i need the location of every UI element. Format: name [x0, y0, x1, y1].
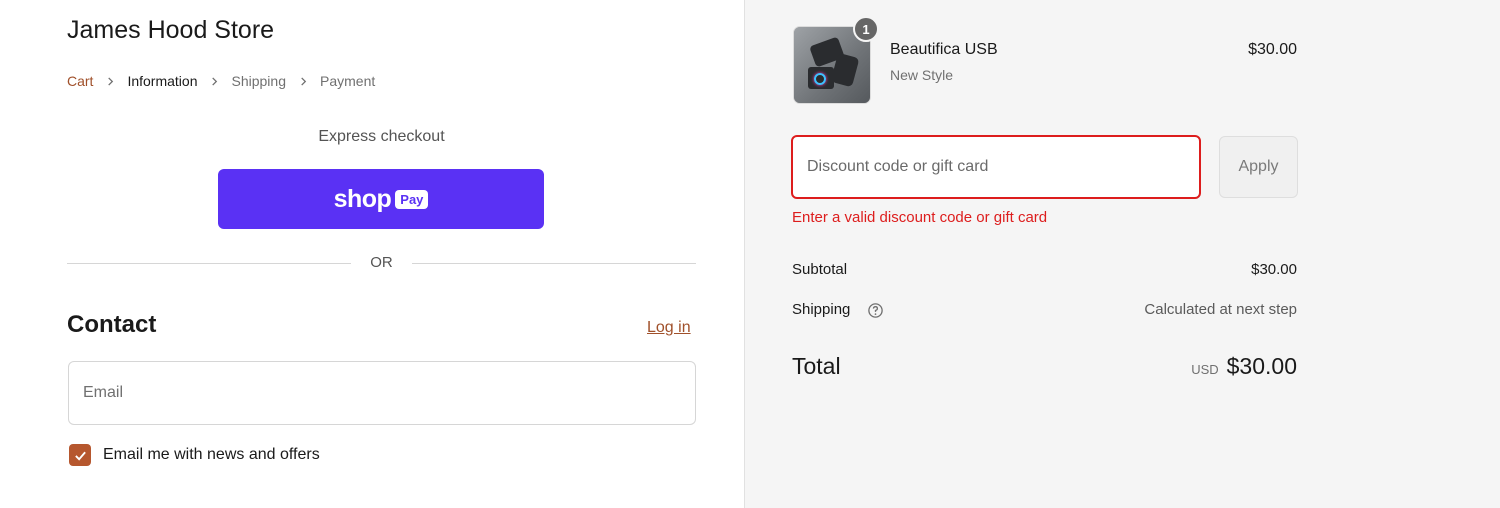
- total-amount: $30.00: [1226, 353, 1297, 379]
- shop-pay-button[interactable]: shop Pay: [218, 169, 544, 229]
- express-checkout-label: Express checkout: [318, 128, 445, 145]
- discount-code-input[interactable]: [791, 135, 1201, 199]
- divider-line-left: [67, 263, 351, 264]
- or-text: OR: [370, 254, 393, 271]
- chevron-right-icon: [210, 76, 220, 86]
- checkout-main-panel: James Hood Store Cart Information Shippi…: [0, 0, 744, 508]
- total-currency: USD: [1191, 362, 1219, 377]
- or-divider: OR: [67, 252, 696, 274]
- newsletter-option: Email me with news and offers: [69, 444, 320, 466]
- subtotal-value: $30.00: [1251, 261, 1297, 278]
- apply-discount-button[interactable]: Apply: [1219, 136, 1298, 198]
- discount-error-message: Enter a valid discount code or gift card: [792, 209, 1048, 226]
- store-title: James Hood Store: [67, 16, 275, 44]
- newsletter-checkbox[interactable]: [69, 444, 91, 466]
- chevron-right-icon: [105, 76, 115, 86]
- divider-line-right: [412, 263, 696, 264]
- product-variant: New Style: [890, 67, 954, 83]
- login-link[interactable]: Log in: [647, 319, 691, 337]
- shipping-value: Calculated at next step: [1144, 301, 1297, 318]
- total-value-group: USD $30.00: [1060, 353, 1297, 380]
- quantity-badge: 1: [853, 16, 879, 42]
- product-name: Beautifica USB: [890, 41, 998, 58]
- shop-pay-logo-text: shop: [333, 184, 392, 213]
- breadcrumb: Cart Information Shipping Payment: [67, 73, 375, 89]
- shipping-label: Shipping: [792, 301, 851, 318]
- breadcrumb-information: Information: [127, 73, 198, 89]
- breadcrumb-payment: Payment: [320, 73, 376, 89]
- total-label: Total: [792, 353, 841, 379]
- help-circle-icon[interactable]: [867, 302, 884, 319]
- checkmark-icon: [74, 451, 86, 461]
- breadcrumb-shipping: Shipping: [231, 73, 287, 89]
- email-field[interactable]: [68, 361, 696, 425]
- shop-pay-badge: Pay: [395, 189, 429, 209]
- contact-heading: Contact: [67, 311, 157, 338]
- product-price: $30.00: [1248, 41, 1297, 58]
- chevron-right-icon: [298, 76, 308, 86]
- subtotal-label: Subtotal: [792, 261, 848, 278]
- newsletter-label: Email me with news and offers: [103, 446, 320, 463]
- breadcrumb-cart[interactable]: Cart: [67, 73, 93, 89]
